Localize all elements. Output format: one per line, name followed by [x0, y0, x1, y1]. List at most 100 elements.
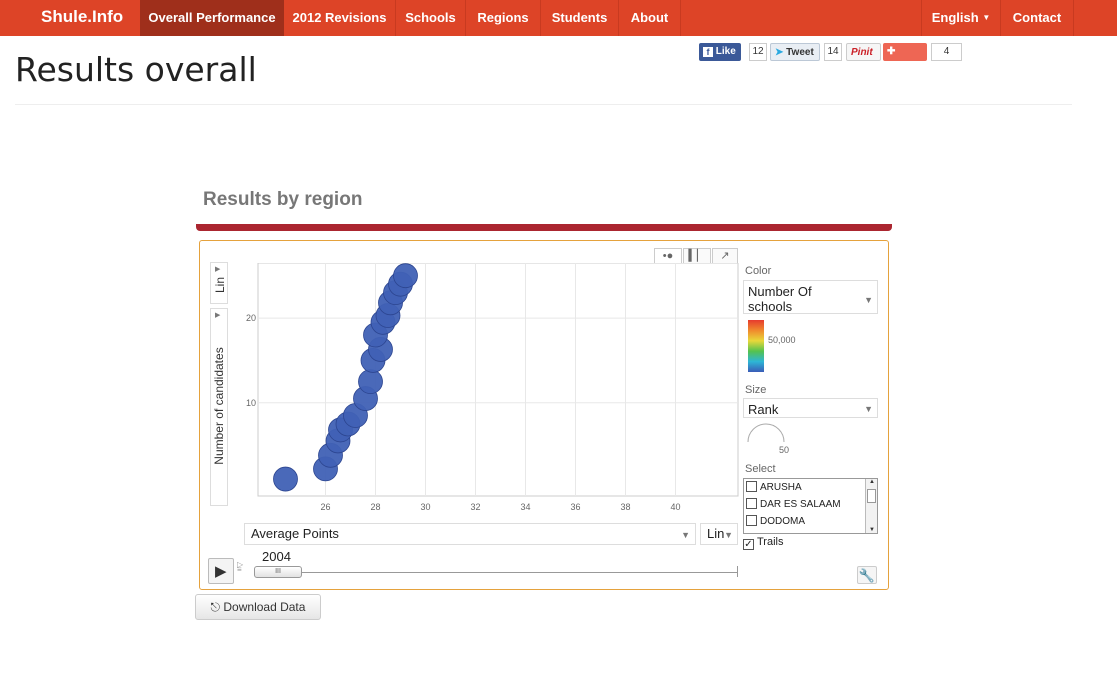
x-axis-select-value: Average Points: [251, 526, 339, 541]
like-label: Like: [715, 46, 736, 57]
x-tick-label: 28: [370, 502, 380, 512]
trails-checkbox[interactable]: ✓: [743, 539, 754, 550]
page-title: Results overall: [15, 50, 257, 89]
region-label: ARUSHA: [760, 482, 802, 493]
speed-control[interactable]: ▷ ≡: [237, 561, 249, 580]
y-tick-label: 20: [246, 313, 256, 323]
y-scale-select[interactable]: Lin ▶: [210, 262, 228, 304]
size-legend-value: 50: [779, 445, 790, 455]
tab-bubble-chart[interactable]: •●: [654, 248, 682, 264]
chevron-down-icon: ▶: [215, 266, 221, 273]
y-axis-label: Number of candidates: [212, 347, 226, 465]
section-underline: [196, 224, 892, 231]
color-legend-value: 50,000: [768, 335, 796, 345]
scrollbar[interactable]: ▲ ▼: [865, 479, 877, 533]
data-point[interactable]: [273, 466, 298, 492]
share-button[interactable]: ✚ Share: [883, 43, 927, 75]
color-legend-gradient: [748, 320, 764, 372]
divider: [15, 104, 1072, 105]
download-data-button[interactable]: ⎋ Download Data: [195, 594, 321, 620]
timeline-track[interactable]: [255, 572, 738, 573]
x-scale-select[interactable]: Lin ▼: [700, 523, 738, 545]
bar-chart-icon: ▍▏: [688, 250, 706, 262]
chevron-down-icon: ▼: [681, 530, 690, 540]
x-tick-label: 30: [420, 502, 430, 512]
scatter-plot: 26 28 30 32 34 36 38 40 10 20: [246, 263, 739, 512]
scroll-thumb[interactable]: [867, 489, 876, 503]
chevron-down-icon: ▼: [724, 530, 733, 540]
color-select[interactable]: Number Of schools ▼: [743, 280, 878, 314]
x-tick-label: 40: [670, 502, 680, 512]
language-label: English: [931, 10, 979, 25]
x-scale-label: Lin: [707, 526, 725, 541]
list-item[interactable]: DODOMA: [746, 513, 805, 530]
share-label: Share: [887, 64, 915, 75]
data-point[interactable]: [393, 263, 418, 289]
bubble-chart-icon: •●: [662, 250, 674, 262]
tweet-count: 14: [824, 43, 842, 61]
like-count: 12: [749, 43, 767, 61]
nav-2012-revisions[interactable]: 2012 Revisions: [284, 0, 395, 36]
y-tick-label: 10: [246, 398, 256, 408]
size-label: Size: [745, 384, 767, 396]
timeline-slider-handle[interactable]: III: [254, 566, 302, 578]
color-select-value: Number Of schools: [748, 284, 812, 314]
timeline-end-tick: [737, 566, 738, 577]
scroll-down-icon[interactable]: ▼: [869, 527, 875, 533]
nav-contact[interactable]: Contact: [1001, 0, 1073, 36]
nav-schools[interactable]: Schools: [396, 0, 465, 36]
x-tick-label: 26: [320, 502, 330, 512]
data-point[interactable]: [358, 369, 383, 395]
play-icon: ▶: [215, 563, 227, 580]
region-label: DODOMA: [760, 516, 805, 527]
nav-overall-performance[interactable]: Overall Performance: [140, 0, 284, 36]
x-tick-label: 34: [520, 502, 530, 512]
language-dropdown[interactable]: English ▼: [922, 0, 1000, 36]
play-button[interactable]: ▶: [208, 558, 234, 584]
nav-about[interactable]: About: [619, 0, 680, 36]
wrench-icon: 🔧: [858, 568, 876, 583]
navbar: Shule.Info Overall Performance 2012 Revi…: [0, 0, 1117, 36]
share-count: 4: [931, 43, 962, 61]
year-label: 2004: [262, 549, 291, 564]
list-item[interactable]: ARUSHA: [746, 479, 802, 496]
tweet-label: Tweet: [786, 47, 814, 58]
plus-icon: ✚: [887, 46, 896, 57]
download-icon: ⎋: [210, 600, 221, 614]
tweet-button[interactable]: ➤ Tweet: [770, 43, 820, 61]
settings-wrench-button[interactable]: 🔧: [857, 566, 877, 584]
color-label: Color: [745, 265, 772, 277]
chevron-down-icon: ▼: [864, 404, 873, 414]
facebook-icon: f: [703, 47, 713, 57]
scroll-up-icon[interactable]: ▲: [869, 479, 875, 485]
region-select-list: ARUSHA DAR ES SALAAM DODOMA ▲ ▼: [743, 478, 878, 534]
size-select-value: Rank: [748, 402, 779, 417]
facebook-like-button[interactable]: f Like: [699, 43, 741, 61]
chevron-down-icon: ▼: [864, 295, 873, 305]
trails-label: Trails: [757, 536, 784, 548]
pinit-button[interactable]: Pinit: [846, 43, 881, 61]
chevron-down-icon: ▼: [982, 13, 991, 22]
x-tick-label: 32: [470, 502, 480, 512]
size-select[interactable]: Rank ▼: [743, 398, 878, 418]
line-chart-icon: ↗: [720, 250, 730, 262]
region-label: DAR ES SALAAM: [760, 499, 841, 510]
tab-line-chart[interactable]: ↗: [712, 248, 738, 264]
download-label: Download Data: [223, 600, 306, 614]
x-axis-select[interactable]: Average Points ▼: [244, 523, 696, 545]
trails-toggle[interactable]: ✓ Trails: [743, 536, 783, 550]
twitter-icon: ➤: [775, 47, 784, 58]
checkbox[interactable]: [746, 515, 757, 526]
list-item[interactable]: DAR ES SALAAM: [746, 496, 841, 513]
section-title: Results by region: [203, 189, 363, 210]
x-tick-label: 38: [620, 502, 630, 512]
brand-logo[interactable]: Shule.Info: [41, 7, 123, 27]
select-label: Select: [745, 463, 776, 475]
checkbox[interactable]: [746, 498, 757, 509]
checkbox[interactable]: [746, 481, 757, 492]
x-tick-label: 36: [570, 502, 580, 512]
y-axis-select[interactable]: ▶ Number of candidates: [210, 308, 228, 506]
nav-regions[interactable]: Regions: [466, 0, 540, 36]
nav-students[interactable]: Students: [541, 0, 618, 36]
tab-bar-chart[interactable]: ▍▏: [683, 248, 711, 264]
